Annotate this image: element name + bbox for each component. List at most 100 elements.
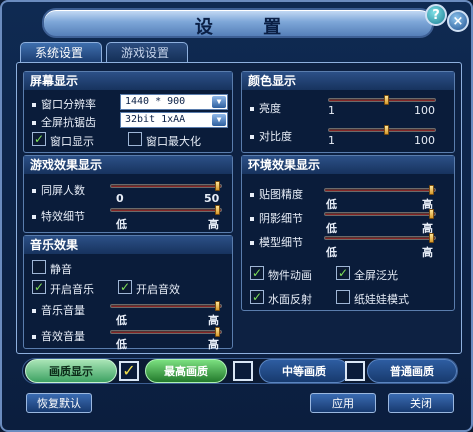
- high-quality-button[interactable]: 最高画质: [145, 359, 227, 383]
- music-on-checkbox[interactable]: ✓: [32, 280, 46, 294]
- environment-effects-section: 环境效果显示 贴图精度 低 高 阴影细节 低 高 模型细节 低 高 ✓ 物件动画…: [241, 155, 455, 311]
- music-on-label: 开启音乐: [50, 283, 94, 296]
- window-mode-label: 窗口显示: [50, 135, 94, 148]
- sfx-volume-label: 音效音量: [32, 328, 85, 344]
- environment-effects-header: 环境效果显示: [242, 156, 454, 174]
- texture-min: 低: [326, 198, 337, 211]
- mid-quality-button[interactable]: 中等画质: [259, 359, 349, 383]
- game-effects-header: 游戏效果显示: [24, 156, 232, 174]
- music-volume-max: 高: [208, 314, 219, 327]
- screen-display-header: 屏幕显示: [24, 72, 232, 90]
- screen-display-section: 屏幕显示 窗口分辨率 1440 * 900 ▼ 全屏抗锯齿 32bit 1xAA…: [23, 71, 233, 153]
- quality-bar: 画质显示 ✓ 最高画质 中等画质 普通画质: [22, 358, 458, 384]
- effects-label: 特效细节: [32, 208, 85, 224]
- effects-slider[interactable]: [110, 205, 222, 215]
- music-section: 音乐效果 静音 ✓ 开启音乐 ✓ 开启音效 音乐音量 低 高 音效音量 低 高: [23, 235, 233, 351]
- mute-label: 静音: [50, 263, 72, 276]
- tab-system-settings[interactable]: 系统设置: [20, 42, 102, 62]
- anim-checkbox[interactable]: ✓: [250, 266, 264, 280]
- antialias-label: 全屏抗锯齿: [32, 114, 96, 130]
- brightness-slider[interactable]: [328, 95, 436, 105]
- sfx-volume-min: 低: [116, 338, 127, 351]
- music-volume-slider-thumb[interactable]: [215, 301, 220, 311]
- sfx-on-label: 开启音效: [136, 283, 180, 296]
- players-label: 同屏人数: [32, 182, 85, 198]
- chevron-down-icon[interactable]: ▼: [212, 114, 226, 126]
- mute-checkbox[interactable]: [32, 260, 46, 274]
- players-slider[interactable]: [110, 181, 222, 191]
- contrast-max: 100: [414, 134, 435, 147]
- players-min: 0: [116, 192, 124, 205]
- contrast-label: 对比度: [250, 128, 292, 144]
- game-effects-section: 游戏效果显示 同屏人数 0 50 特效细节 低 高: [23, 155, 233, 233]
- shadow-slider-thumb[interactable]: [429, 209, 434, 219]
- model-max: 高: [422, 246, 433, 259]
- players-slider-thumb[interactable]: [215, 181, 220, 191]
- title-bar[interactable]: 设 置: [42, 8, 434, 38]
- resolution-label: 窗口分辨率: [32, 96, 96, 112]
- texture-slider-thumb[interactable]: [429, 185, 434, 195]
- close-button[interactable]: 关闭: [388, 393, 454, 413]
- color-display-header: 颜色显示: [242, 72, 454, 90]
- shadow-min: 低: [326, 222, 337, 235]
- music-volume-min: 低: [116, 314, 127, 327]
- low-quality-checkbox[interactable]: [345, 361, 365, 381]
- maximize-label: 窗口最大化: [146, 135, 201, 148]
- antialias-select[interactable]: 32bit 1xAA ▼: [120, 112, 228, 128]
- music-volume-label: 音乐音量: [32, 302, 85, 318]
- settings-window: 设 置 ? × 系统设置 游戏设置 屏幕显示 窗口分辨率 1440 * 900 …: [0, 0, 473, 432]
- mid-quality-checkbox[interactable]: [233, 361, 253, 381]
- contrast-slider[interactable]: [328, 125, 436, 135]
- model-label: 模型细节: [250, 234, 303, 250]
- fullscreen-glow-checkbox[interactable]: ✓: [336, 266, 350, 280]
- apply-button[interactable]: 应用: [310, 393, 376, 413]
- contrast-min: 1: [328, 134, 335, 147]
- sfx-volume-slider[interactable]: [110, 327, 222, 337]
- effects-slider-thumb[interactable]: [215, 205, 220, 215]
- water-label: 水面反射: [268, 293, 312, 306]
- brightness-label: 亮度: [250, 100, 281, 116]
- water-checkbox[interactable]: ✓: [250, 290, 264, 304]
- help-button[interactable]: ?: [425, 4, 447, 26]
- high-quality-checkbox[interactable]: ✓: [119, 361, 139, 381]
- model-min: 低: [326, 246, 337, 259]
- chevron-down-icon[interactable]: ▼: [212, 96, 226, 108]
- brightness-max: 100: [414, 104, 435, 117]
- antialias-value: 32bit 1xAA: [125, 114, 186, 125]
- resolution-value: 1440 * 900: [125, 96, 186, 107]
- window-title: 设 置: [194, 17, 304, 38]
- anim-label: 物件动画: [268, 269, 312, 282]
- sfx-volume-max: 高: [208, 338, 219, 351]
- doll-checkbox[interactable]: [336, 290, 350, 304]
- quality-label: 画质显示: [25, 359, 117, 383]
- resolution-select[interactable]: 1440 * 900 ▼: [120, 94, 228, 110]
- texture-slider[interactable]: [324, 185, 436, 195]
- model-slider[interactable]: [324, 233, 436, 243]
- sfx-on-checkbox[interactable]: ✓: [118, 280, 132, 294]
- reset-defaults-button[interactable]: 恢复默认: [26, 393, 92, 413]
- tab-game-settings[interactable]: 游戏设置: [106, 42, 188, 62]
- music-volume-slider[interactable]: [110, 301, 222, 311]
- effects-max: 高: [208, 218, 219, 231]
- maximize-checkbox[interactable]: [128, 132, 142, 146]
- window-mode-checkbox[interactable]: ✓: [32, 132, 46, 146]
- low-quality-button[interactable]: 普通画质: [367, 359, 457, 383]
- settings-panel: 屏幕显示 窗口分辨率 1440 * 900 ▼ 全屏抗锯齿 32bit 1xAA…: [16, 62, 462, 354]
- music-header: 音乐效果: [24, 236, 232, 254]
- texture-label: 贴图精度: [250, 186, 303, 202]
- checkmark-icon: ✓: [122, 361, 136, 380]
- doll-label: 纸娃娃模式: [354, 293, 409, 306]
- players-max: 50: [204, 192, 220, 205]
- fullscreen-glow-label: 全屏泛光: [354, 269, 398, 282]
- contrast-slider-thumb[interactable]: [384, 125, 389, 135]
- brightness-min: 1: [328, 104, 335, 117]
- brightness-slider-thumb[interactable]: [384, 95, 389, 105]
- color-display-section: 颜色显示 亮度 1 100 对比度 1 100: [241, 71, 455, 153]
- close-icon: ×: [452, 13, 464, 29]
- help-icon: ?: [432, 7, 440, 23]
- model-slider-thumb[interactable]: [429, 233, 434, 243]
- close-window-button[interactable]: ×: [447, 10, 469, 32]
- effects-min: 低: [116, 218, 127, 231]
- shadow-slider[interactable]: [324, 209, 436, 219]
- shadow-label: 阴影细节: [250, 210, 303, 226]
